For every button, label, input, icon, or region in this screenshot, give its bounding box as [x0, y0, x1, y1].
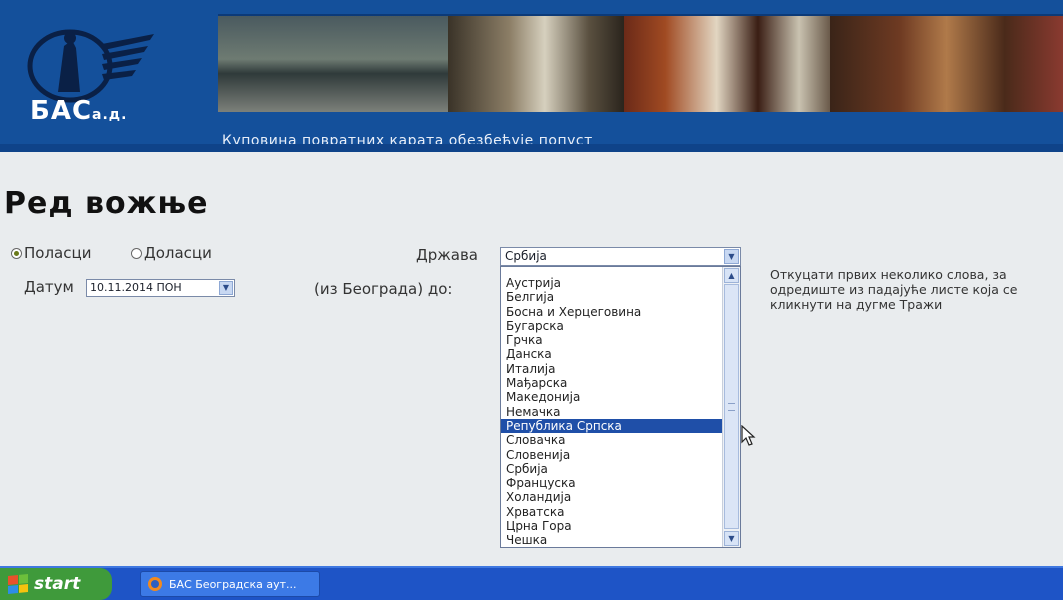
list-item-montenegro[interactable]: Црна Гора: [501, 519, 723, 533]
start-button[interactable]: start: [0, 568, 112, 600]
site-header: БАСа.д. Куповина повратних карата обезбе…: [0, 0, 1063, 152]
windows-flag-icon: [8, 573, 28, 595]
list-item-hungary[interactable]: Мађарска: [501, 376, 723, 390]
scrollbar-grip: [728, 403, 735, 411]
instructions-line: Откуцати првих неколико слова, за: [770, 267, 1007, 282]
instructions-line: одредиште из падајуће листе која се: [770, 282, 1018, 297]
date-select[interactable]: 10.11.2014 ПОН ▼: [86, 279, 235, 297]
destination-label: (из Београда) до:: [314, 280, 453, 298]
scroll-up-icon[interactable]: ▲: [724, 268, 739, 283]
instructions-line: кликнути на дугме Тражи: [770, 297, 943, 312]
departures-radio-label[interactable]: Поласци: [24, 244, 91, 262]
list-item-germany[interactable]: Немачка: [501, 405, 723, 419]
arrivals-radio-option[interactable]: Доласци: [131, 244, 212, 262]
chevron-down-icon[interactable]: ▼: [724, 249, 739, 264]
logo-text: БАСа.д.: [30, 96, 127, 126]
list-item-netherlands[interactable]: Холандија: [501, 490, 723, 504]
search-instructions: Откуцати првих неколико слова, за одреди…: [770, 267, 1063, 312]
scrollbar-thumb[interactable]: [724, 284, 739, 529]
logo-main: БАС: [30, 96, 93, 126]
banner-photo-bus-station: [218, 16, 448, 112]
taskbar-browser-item[interactable]: БАС Београдска аут...: [140, 571, 320, 597]
list-item-italy[interactable]: Италија: [501, 362, 723, 376]
radio-unchecked-icon[interactable]: [131, 247, 142, 259]
radio-checked-icon[interactable]: [11, 247, 22, 259]
scroll-down-icon[interactable]: ▼: [724, 531, 739, 546]
country-label: Држава: [416, 246, 478, 264]
list-item-republika-srpska[interactable]: Република Српска: [501, 418, 723, 434]
country-list-items: Аустрија Белгија Босна и Херцеговина Буг…: [501, 276, 723, 548]
list-item-bosnia[interactable]: Босна и Херцеговина: [501, 305, 723, 319]
country-select[interactable]: Србија ▼: [500, 247, 741, 266]
list-item-croatia[interactable]: Хрватска: [501, 505, 723, 519]
banner-photo-ticket-hall: [830, 16, 1063, 112]
list-item-slovenia[interactable]: Словенија: [501, 448, 723, 462]
list-item-slovakia[interactable]: Словачка: [501, 433, 723, 447]
list-item-austria[interactable]: Аустрија: [501, 276, 723, 290]
departures-radio-option[interactable]: Поласци: [11, 244, 91, 262]
banner-photo-entrance: [624, 16, 830, 112]
list-item-czechia[interactable]: Чешка: [501, 533, 723, 547]
banner-photo-monument: [448, 16, 624, 112]
mouse-cursor-icon: [741, 425, 756, 446]
list-item-greece[interactable]: Грчка: [501, 333, 723, 347]
list-item-denmark[interactable]: Данска: [501, 347, 723, 361]
windows-taskbar: start БАС Београдска аут...: [0, 566, 1063, 600]
date-select-value: 10.11.2014 ПОН: [90, 281, 182, 294]
date-label: Датум: [24, 278, 74, 296]
page-title: Ред вожње: [4, 186, 209, 221]
browser-icon: [148, 577, 162, 591]
start-label: start: [34, 574, 81, 594]
banner-photo-strip: [218, 14, 1063, 112]
logo-suffix: а.д.: [92, 107, 128, 123]
taskbar-item-label: БАС Београдска аут...: [169, 577, 297, 591]
chevron-down-icon[interactable]: ▼: [219, 281, 233, 295]
list-item-macedonia[interactable]: Македонија: [501, 390, 723, 404]
list-item-belgium[interactable]: Белгија: [501, 290, 723, 304]
list-item-bulgaria[interactable]: Бугарска: [501, 319, 723, 333]
list-item-france[interactable]: Француска: [501, 476, 723, 490]
country-select-value: Србија: [505, 249, 547, 263]
arrivals-radio-label[interactable]: Доласци: [144, 244, 212, 262]
header-tagline: Куповина повратних карата обезбеђује поп…: [222, 133, 593, 149]
list-scrollbar[interactable]: ▲ ▼: [722, 267, 740, 547]
list-item-serbia[interactable]: Србија: [501, 462, 723, 476]
country-dropdown-list[interactable]: Аустрија Белгија Босна и Херцеговина Буг…: [500, 266, 741, 548]
